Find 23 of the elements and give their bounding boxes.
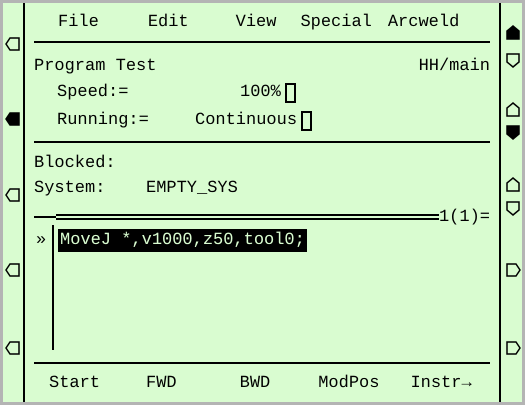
- menu-item[interactable]: Arcweld: [388, 14, 460, 30]
- softkey[interactable]: Instr→: [410, 374, 472, 392]
- menu-item[interactable]: File: [58, 14, 99, 30]
- softkey[interactable]: Start: [49, 374, 100, 392]
- field-value: 100%: [240, 84, 281, 101]
- input-cursor-box: [301, 110, 312, 130]
- input-cursor-box: [284, 82, 296, 102]
- menu-item[interactable]: Special: [300, 14, 372, 30]
- field-label: Running:=: [57, 112, 150, 129]
- program-pointer: »: [35, 232, 48, 249]
- field-label: Speed:=: [57, 84, 130, 101]
- field-value: Continuous: [195, 112, 298, 129]
- info-value: EMPTY_SYS: [146, 180, 238, 197]
- line-position: 1(1)=: [438, 208, 490, 226]
- module-name: HH/main: [418, 58, 490, 74]
- info-label: Blocked:: [34, 155, 117, 172]
- menu-item[interactable]: Edit: [148, 14, 189, 30]
- softkey[interactable]: BWD: [240, 374, 270, 392]
- menu-item[interactable]: View: [236, 14, 276, 30]
- softkey[interactable]: FWD: [146, 374, 177, 392]
- info-label: System:: [34, 180, 106, 197]
- program-mode-title: Program Test: [34, 58, 156, 74]
- softkey[interactable]: ModPos: [318, 374, 380, 392]
